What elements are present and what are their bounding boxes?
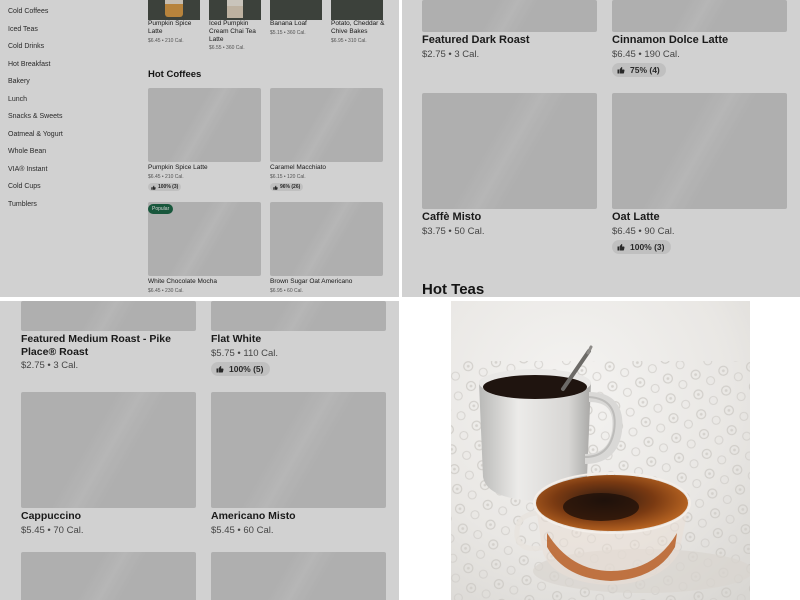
sidebar-item-snacks-sweets[interactable]: Snacks & Sweets bbox=[8, 112, 128, 130]
coffee-cups-photo bbox=[451, 301, 750, 600]
item-title[interactable]: Pumpkin Spice Latte bbox=[148, 20, 206, 36]
sidebar-item-via-instant[interactable]: VIA® Instant bbox=[8, 165, 128, 183]
thumbs-up-icon bbox=[617, 243, 625, 251]
item-image-placeholder[interactable] bbox=[21, 392, 196, 508]
item-title[interactable]: Caramel Macchiato bbox=[270, 164, 326, 172]
item-meta: $5.15 • 360 Cal. bbox=[270, 30, 306, 36]
category-sidebar: Cold Coffees Iced Teas Cold Drinks Hot B… bbox=[8, 7, 128, 217]
item-meta: $5.45 • 70 Cal. bbox=[21, 525, 84, 536]
item-image-banana-loaf[interactable] bbox=[270, 0, 322, 20]
sidebar-item-lunch[interactable]: Lunch bbox=[8, 95, 128, 113]
rating-badge: 100% (5) bbox=[211, 362, 270, 376]
item-title[interactable]: Featured Dark Roast bbox=[422, 34, 530, 46]
item-meta: $6.95 • 60 Cal. bbox=[270, 288, 303, 294]
item-meta: $6.45 • 190 Cal. bbox=[612, 49, 680, 60]
item-title[interactable]: Oat Latte bbox=[612, 211, 660, 223]
sidebar-item-cold-cups[interactable]: Cold Cups bbox=[8, 182, 128, 200]
item-title[interactable]: Brown Sugar Oat Americano bbox=[270, 278, 352, 286]
section-title-hot-teas: Hot Teas bbox=[422, 281, 485, 297]
sidebar-item-iced-teas[interactable]: Iced Teas bbox=[8, 25, 128, 43]
thumbs-up-icon bbox=[273, 185, 278, 190]
item-image-placeholder[interactable] bbox=[21, 552, 196, 600]
item-title[interactable]: White Chocolate Mocha bbox=[148, 278, 217, 286]
item-meta: $2.75 • 3 Cal. bbox=[422, 49, 480, 60]
item-image-placeholder[interactable] bbox=[422, 0, 597, 32]
item-image-iced-pumpkin-chai[interactable] bbox=[209, 0, 261, 20]
item-meta: $6.95 • 310 Cal. bbox=[331, 38, 367, 44]
item-title[interactable]: Flat White bbox=[211, 333, 261, 346]
item-meta: $6.15 • 120 Cal. bbox=[270, 174, 306, 180]
item-image-placeholder[interactable] bbox=[211, 392, 386, 508]
product-photo-pane bbox=[402, 301, 800, 600]
sidebar-item-oatmeal-yogurt[interactable]: Oatmeal & Yogurt bbox=[8, 130, 128, 148]
item-meta: $5.45 • 60 Cal. bbox=[211, 525, 274, 536]
item-title[interactable]: Banana Loaf bbox=[270, 20, 328, 28]
item-meta: $5.75 • 110 Cal. bbox=[211, 348, 279, 359]
item-meta: $6.45 • 210 Cal. bbox=[148, 38, 184, 44]
rating-text: 96% (26) bbox=[280, 184, 301, 190]
item-meta: $2.75 • 3 Cal. bbox=[21, 360, 79, 371]
collage-divider-horizontal bbox=[0, 297, 800, 301]
item-title[interactable]: Cinnamon Dolce Latte bbox=[612, 34, 728, 46]
popular-badge: Popular bbox=[148, 204, 174, 214]
item-image-placeholder[interactable] bbox=[211, 552, 386, 600]
item-title[interactable]: Featured Medium Roast - Pike Place® Roas… bbox=[21, 333, 191, 359]
item-image-placeholder[interactable] bbox=[21, 301, 196, 331]
item-meta: $6.45 • 90 Cal. bbox=[612, 226, 675, 237]
thumbs-up-icon bbox=[216, 365, 224, 373]
rating-badge: 100% (3) bbox=[612, 240, 671, 254]
item-title[interactable]: Potato, Cheddar & Chive Bakes bbox=[331, 20, 389, 36]
item-image-potato-bakes[interactable] bbox=[331, 0, 383, 20]
item-meta: $6.45 • 210 Cal. bbox=[148, 174, 184, 180]
thumbs-up-icon bbox=[617, 66, 625, 74]
sidebar-item-bakery[interactable]: Bakery bbox=[8, 77, 128, 95]
rating-badge: 100% (3) bbox=[148, 183, 182, 191]
menu-pane-overview: Cold Coffees Iced Teas Cold Drinks Hot B… bbox=[0, 0, 399, 297]
sidebar-item-cold-coffees[interactable]: Cold Coffees bbox=[8, 7, 128, 25]
item-image-placeholder[interactable] bbox=[612, 0, 787, 32]
rating-text: 100% (3) bbox=[630, 242, 665, 252]
item-image-placeholder[interactable] bbox=[270, 88, 383, 162]
section-title-hot-coffees: Hot Coffees bbox=[148, 69, 202, 80]
item-title[interactable]: Pumpkin Spice Latte bbox=[148, 164, 208, 172]
rating-badge: 75% (4) bbox=[612, 63, 666, 77]
rating-text: 100% (3) bbox=[158, 184, 179, 190]
menu-pane-zoom-left: Featured Medium Roast - Pike Place® Roas… bbox=[0, 301, 399, 600]
item-title[interactable]: Americano Misto bbox=[211, 510, 296, 523]
thumbs-up-icon bbox=[151, 185, 156, 190]
item-title[interactable]: Iced Pumpkin Cream Chai Tea Latte bbox=[209, 20, 267, 44]
item-image-placeholder[interactable] bbox=[422, 93, 597, 209]
item-image-placeholder[interactable] bbox=[270, 202, 383, 276]
rating-text: 100% (5) bbox=[229, 364, 264, 374]
item-image-placeholder[interactable] bbox=[612, 93, 787, 209]
sidebar-item-whole-bean[interactable]: Whole Bean bbox=[8, 147, 128, 165]
item-title[interactable]: Caffè Misto bbox=[422, 211, 481, 223]
item-image-pumpkin-spice-latte[interactable] bbox=[148, 0, 200, 20]
sidebar-item-tumblers[interactable]: Tumblers bbox=[8, 200, 128, 218]
rating-badge: 96% (26) bbox=[270, 183, 304, 191]
menu-pane-zoom-right: Featured Dark Roast $2.75 • 3 Cal. Cinna… bbox=[402, 0, 800, 297]
item-title[interactable]: Cappuccino bbox=[21, 510, 81, 523]
sidebar-item-hot-breakfast[interactable]: Hot Breakfast bbox=[8, 60, 128, 78]
sidebar-item-cold-drinks[interactable]: Cold Drinks bbox=[8, 42, 128, 60]
item-meta: $3.75 • 50 Cal. bbox=[422, 226, 485, 237]
rating-text: 75% (4) bbox=[630, 65, 660, 75]
item-meta: $6.55 • 360 Cal. bbox=[209, 45, 245, 51]
item-meta: $6.45 • 230 Cal. bbox=[148, 288, 184, 294]
item-image-placeholder[interactable] bbox=[148, 88, 261, 162]
item-image-placeholder[interactable] bbox=[211, 301, 386, 331]
